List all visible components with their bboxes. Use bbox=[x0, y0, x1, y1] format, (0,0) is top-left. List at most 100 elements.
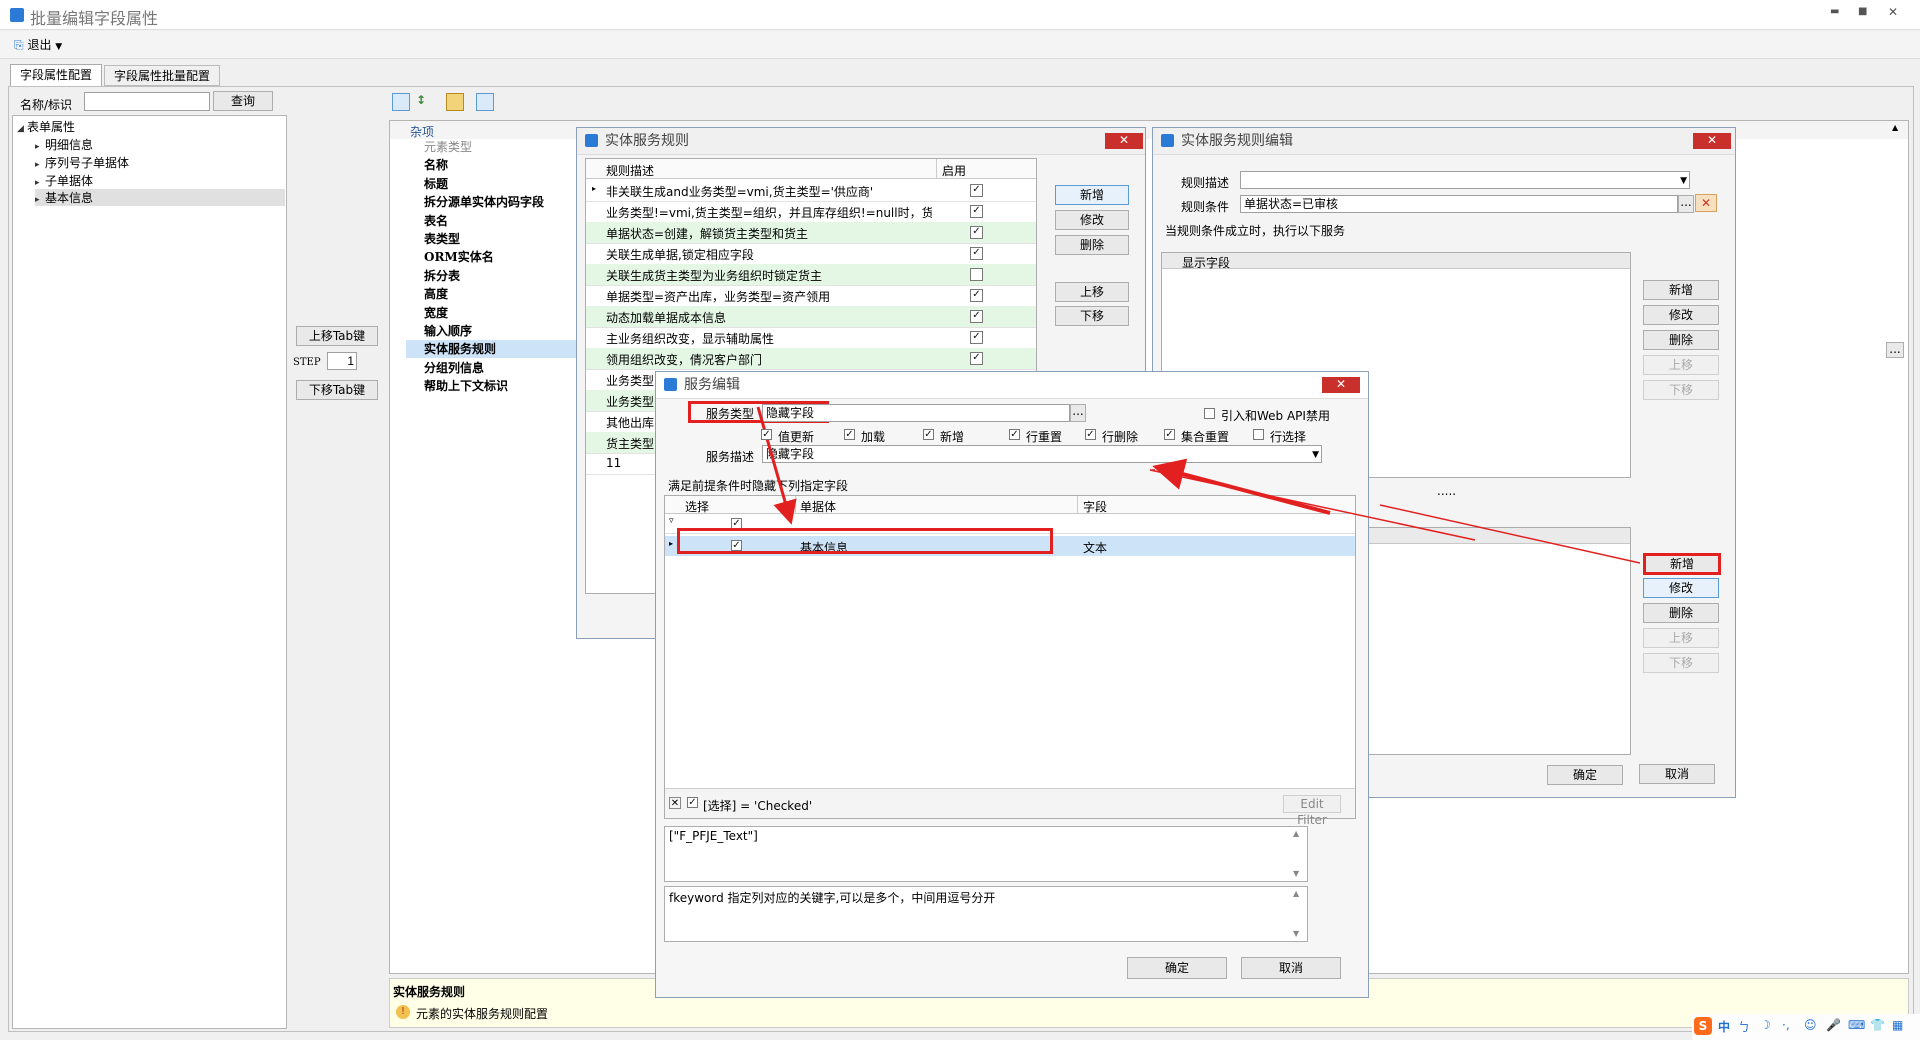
property-row[interactable]: 元素类型 bbox=[424, 138, 472, 155]
moon-icon[interactable]: ☽ bbox=[1760, 1018, 1771, 1032]
rule-enabled-checkbox[interactable]: ✓ bbox=[970, 352, 983, 365]
rule-row[interactable]: 业务类型!=vmi,货主类型=组织，并且库存组织!=null时，货... ✓ bbox=[586, 201, 1036, 223]
service-type-input[interactable]: 隐藏字段 bbox=[762, 404, 1070, 422]
property-row[interactable]: 拆分源单实体内码字段 bbox=[424, 193, 544, 210]
close-button[interactable]: ✕ bbox=[1888, 5, 1898, 19]
rules-add-button[interactable]: 新增 bbox=[1055, 185, 1129, 205]
maximize-button[interactable]: ■ bbox=[1858, 6, 1867, 17]
property-row[interactable]: 实体服务规则 bbox=[424, 340, 496, 357]
zhuyin-icon[interactable]: ㄅ bbox=[1738, 1018, 1750, 1035]
rule-edit-down-1-button[interactable]: 下移 bbox=[1643, 380, 1719, 400]
scroll-up-icon[interactable]: ▲ bbox=[1293, 889, 1299, 898]
json-textarea[interactable]: ["F_PFJE_Text"] ▲ ▼ bbox=[664, 826, 1308, 882]
microphone-icon[interactable]: 🎤 bbox=[1826, 1018, 1841, 1032]
rule-enabled-checkbox[interactable]: ✓ bbox=[970, 247, 983, 260]
rule-row[interactable]: 关联生成单据,锁定相应字段 ✓ bbox=[586, 243, 1036, 265]
rule-edit-delete-1-button[interactable]: 删除 bbox=[1643, 330, 1719, 350]
service-option-checkbox[interactable]: ✓ bbox=[761, 429, 772, 440]
rule-cond-input[interactable]: 单据状态=已审核 bbox=[1240, 195, 1678, 213]
move-down-tab-button[interactable]: 下移Tab键 bbox=[296, 380, 378, 400]
rule-edit-cancel-button[interactable]: 取消 bbox=[1639, 764, 1715, 784]
property-row[interactable]: 宽度 bbox=[424, 304, 448, 321]
categorized-icon[interactable] bbox=[392, 93, 410, 111]
service-edit-close-button[interactable]: ✕ bbox=[1322, 377, 1360, 393]
filter-enabled-checkbox[interactable]: ✓ bbox=[687, 797, 698, 808]
tree-item-basic[interactable]: ▸ 基本信息 bbox=[35, 189, 285, 206]
rule-edit-add-1-button[interactable]: 新增 bbox=[1643, 280, 1719, 300]
exit-button[interactable]: ⎘ 退出 ▼ bbox=[14, 36, 89, 54]
property-row[interactable]: ORM实体名 bbox=[424, 248, 494, 265]
webapi-checkbox[interactable] bbox=[1204, 408, 1215, 419]
step-input[interactable] bbox=[327, 352, 357, 370]
edit-filter-button[interactable]: Edit Filter bbox=[1283, 795, 1341, 827]
property-row[interactable]: 标题 bbox=[424, 175, 448, 192]
service-option-checkbox[interactable]: ✓ bbox=[1164, 429, 1175, 440]
scroll-down-icon[interactable]: ▼ bbox=[1293, 929, 1299, 938]
hint-textarea[interactable]: fkeyword 指定列对应的关键字,可以是多个，中间用逗号分开 ▲ ▼ bbox=[664, 886, 1308, 942]
skin-icon[interactable]: 👕 bbox=[1870, 1018, 1885, 1032]
tree-root[interactable]: ◢ 表单属性 bbox=[17, 118, 75, 135]
rules-up-button[interactable]: 上移 bbox=[1055, 282, 1129, 302]
col-enabled[interactable]: 启用 bbox=[942, 162, 966, 179]
service-option-checkbox[interactable]: ✓ bbox=[923, 429, 934, 440]
rule-enabled-checkbox[interactable]: ✓ bbox=[970, 331, 983, 344]
rule-enabled-checkbox[interactable]: ✓ bbox=[970, 205, 983, 218]
rule-enabled-checkbox[interactable]: ✓ bbox=[970, 226, 983, 239]
clear-filter-icon[interactable]: ✕ bbox=[669, 797, 681, 809]
service-desc-combo[interactable]: 隐藏字段 ▼ bbox=[762, 445, 1322, 463]
service-option-checkbox[interactable]: ✓ bbox=[1085, 429, 1096, 440]
col-rule-desc[interactable]: 规则描述 bbox=[606, 162, 654, 179]
punctuation-icon[interactable]: ·, bbox=[1782, 1018, 1790, 1032]
service-option-checkbox[interactable] bbox=[1253, 429, 1264, 440]
tab-field-config[interactable]: 字段属性配置 bbox=[10, 64, 102, 86]
col-entity[interactable]: 单据体 bbox=[800, 498, 836, 515]
rule-edit-close-button[interactable]: ✕ bbox=[1693, 133, 1731, 149]
rules-edit-button[interactable]: 修改 bbox=[1055, 210, 1129, 230]
property-row[interactable]: 拆分表 bbox=[424, 267, 460, 284]
property-row[interactable]: 输入顺序 bbox=[424, 322, 472, 339]
service-type-ellipsis-button[interactable]: ... bbox=[1070, 404, 1086, 422]
property-row[interactable]: 帮助上下文标识 bbox=[424, 377, 508, 394]
property-row[interactable]: 名称 bbox=[424, 156, 448, 173]
rule-edit-ok-button[interactable]: 确定 bbox=[1547, 765, 1623, 785]
sogou-icon[interactable]: S bbox=[1694, 1017, 1712, 1035]
scroll-up-icon[interactable]: ▲ bbox=[1293, 829, 1299, 838]
clipboard-icon[interactable] bbox=[476, 93, 494, 111]
rule-row[interactable]: 关联生成货主类型为业务组织时锁定货主 bbox=[586, 264, 1036, 286]
emoji-icon[interactable]: ☺ bbox=[1804, 1018, 1817, 1032]
property-row[interactable]: 高度 bbox=[424, 285, 448, 302]
tree-item-subentity[interactable]: ▸ 子单据体 bbox=[35, 172, 93, 189]
service-option-checkbox[interactable]: ✓ bbox=[844, 429, 855, 440]
sort-icon[interactable]: ↕ bbox=[416, 93, 434, 111]
filter-text[interactable]: [选择] = 'Checked' bbox=[703, 797, 812, 814]
rule-row[interactable]: 主业务组织改变，显示辅助属性 ✓ bbox=[586, 327, 1036, 349]
rule-enabled-checkbox[interactable]: ✓ bbox=[970, 310, 983, 323]
service-option-checkbox[interactable]: ✓ bbox=[1009, 429, 1020, 440]
keyboard-icon[interactable]: ⌨ bbox=[1848, 1018, 1865, 1032]
rule-edit-up-1-button[interactable]: 上移 bbox=[1643, 355, 1719, 375]
ellipsis-button[interactable]: ... bbox=[1886, 342, 1904, 358]
clear-icon[interactable]: ✕ bbox=[1695, 194, 1717, 212]
rule-row[interactable]: 单据状态=创建，解锁货主类型和货主 ✓ bbox=[586, 222, 1036, 244]
move-up-tab-button[interactable]: 上移Tab键 bbox=[296, 326, 378, 346]
scroll-down-icon[interactable]: ▼ bbox=[1293, 869, 1299, 878]
property-row[interactable]: 表类型 bbox=[424, 230, 460, 247]
splitter-dots[interactable]: ..... bbox=[1437, 484, 1456, 498]
rule-edit-edit-2-button[interactable]: 修改 bbox=[1643, 578, 1719, 598]
property-row[interactable]: 分组列信息 bbox=[424, 359, 484, 376]
rule-edit-delete-2-button[interactable]: 删除 bbox=[1643, 603, 1719, 623]
rule-edit-edit-1-button[interactable]: 修改 bbox=[1643, 305, 1719, 325]
scroll-up-icon[interactable]: ▲ bbox=[1892, 123, 1898, 132]
rules-down-button[interactable]: 下移 bbox=[1055, 306, 1129, 326]
rule-enabled-checkbox[interactable] bbox=[970, 268, 983, 281]
rule-cond-ellipsis-button[interactable]: ... bbox=[1678, 195, 1694, 213]
ime-mode[interactable]: 中 bbox=[1718, 1018, 1730, 1035]
rules-dialog-close-button[interactable]: ✕ bbox=[1105, 133, 1143, 149]
rule-enabled-checkbox[interactable]: ✓ bbox=[970, 184, 983, 197]
rule-row[interactable]: 领用组织改变，倩况客户部门 ✓ bbox=[586, 348, 1036, 370]
rule-row[interactable]: 单据类型=资产出库，业务类型=资产领用 ✓ bbox=[586, 285, 1036, 307]
rules-delete-button[interactable]: 删除 bbox=[1055, 235, 1129, 255]
tab-batch-config[interactable]: 字段属性批量配置 bbox=[104, 65, 220, 86]
toolbox-icon[interactable]: ▦ bbox=[1892, 1018, 1903, 1032]
property-pages-icon[interactable] bbox=[446, 93, 464, 111]
